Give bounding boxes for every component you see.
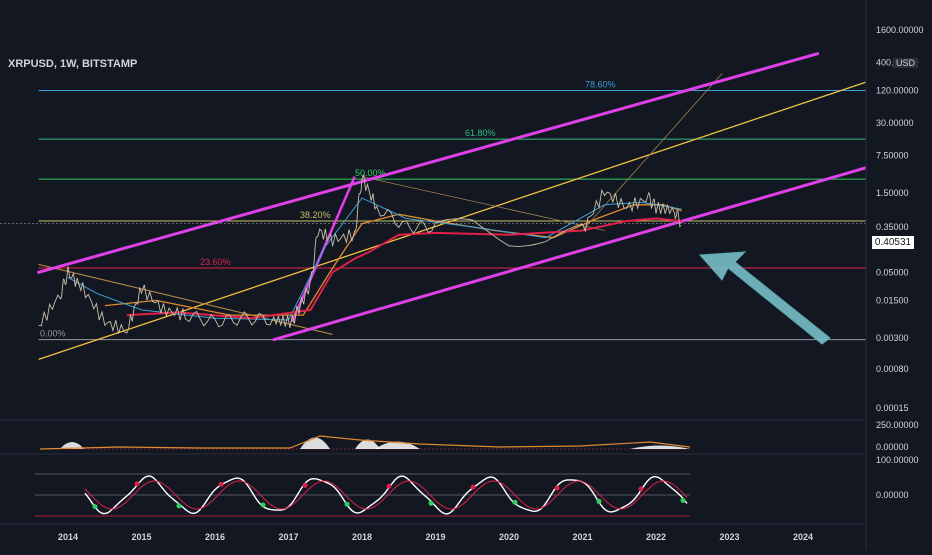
osc2-dot: [134, 481, 140, 487]
osc2-tick-label: 100.00000: [876, 455, 919, 465]
osc2-dot: [470, 484, 476, 490]
fib-level-label: 38.20%: [300, 210, 331, 220]
x-tick-label: 2022: [646, 532, 666, 542]
x-tick-label: 2020: [499, 532, 519, 542]
arrow-shape: [698, 251, 831, 345]
osc2-dot: [176, 503, 182, 509]
y-tick-label: 120.00000: [876, 86, 919, 96]
oscillator-panels: [35, 435, 691, 517]
osc2-dot: [680, 497, 686, 503]
fib-level-label: 23.60%: [200, 257, 231, 267]
x-tick-label: 2021: [572, 532, 592, 542]
y-tick-label: 0.00300: [876, 333, 909, 343]
x-tick-label: 2019: [425, 532, 445, 542]
price-series: [38, 173, 682, 334]
osc2-dot: [260, 502, 266, 508]
osc2-dot: [302, 482, 308, 488]
currency-tag: USD: [893, 58, 919, 68]
y-tick-label: 1.50000: [876, 188, 909, 198]
osc2-tick-label: 0.00000: [876, 490, 909, 500]
osc2-dot: [218, 482, 224, 488]
price-axis-grid: [0, 419, 932, 525]
current-price-badge: 0.40531: [872, 236, 914, 249]
y-tick-label: 0.00080: [876, 364, 909, 374]
x-tick-label: 2018: [352, 532, 372, 542]
osc2-dot: [428, 500, 434, 506]
chart-stage[interactable]: 0.00% 23.60% 38.20% 50.00% 61.80% 78.60% 1600…: [0, 0, 932, 550]
arrow-annotation: [698, 251, 831, 345]
fib-retracement: 0.00%23.60%38.20%50.00%61.80%78.60%: [38, 80, 866, 341]
fib-level-label: 61.80%: [465, 128, 496, 138]
y-tick-label: 0.05000: [876, 267, 909, 277]
osc1-bump: [300, 437, 330, 449]
osc1-tick-label: 250.00000: [876, 420, 919, 430]
y-tick-label: 0.35000: [876, 222, 909, 232]
y-tick-label: 0.01500: [876, 295, 909, 305]
x-tick-label: 2014: [58, 532, 78, 542]
osc2-dot: [92, 504, 98, 510]
x-tick-label: 2023: [719, 532, 739, 542]
channel-line: [37, 52, 820, 274]
osc2-dot: [554, 485, 560, 491]
y-tick-label: 1600.00000: [876, 25, 924, 35]
chart-canvas[interactable]: 0.00%23.60%38.20%50.00%61.80%78.60% 1600…: [0, 0, 932, 550]
x-tick-label: 2017: [278, 532, 298, 542]
trend-line: [38, 263, 333, 335]
osc2-dot: [344, 501, 350, 507]
x-tick-label: 2015: [131, 532, 151, 542]
drawing-lines: [0, 52, 878, 361]
osc2-dot: [596, 498, 602, 504]
osc2-dot: [512, 499, 518, 505]
y-tick-label: 0.00015: [876, 403, 909, 413]
price-line: [38, 173, 682, 334]
x-tick-label: 2016: [205, 532, 225, 542]
x-tick-label: 2024: [793, 532, 813, 542]
y-tick-label: 30.00000: [876, 118, 914, 128]
fib-level-label: 78.60%: [585, 80, 616, 90]
y-tick-label: 7.50000: [876, 150, 909, 160]
osc2-dot: [638, 486, 644, 492]
chart-title: XRPUSD, 1W, BITSTAMP: [8, 58, 138, 70]
osc2-dot: [386, 483, 392, 489]
osc1-tick-label: 0.00000: [876, 442, 909, 452]
fib-level-label: 0.00%: [40, 329, 66, 339]
projection-line: [361, 176, 605, 231]
